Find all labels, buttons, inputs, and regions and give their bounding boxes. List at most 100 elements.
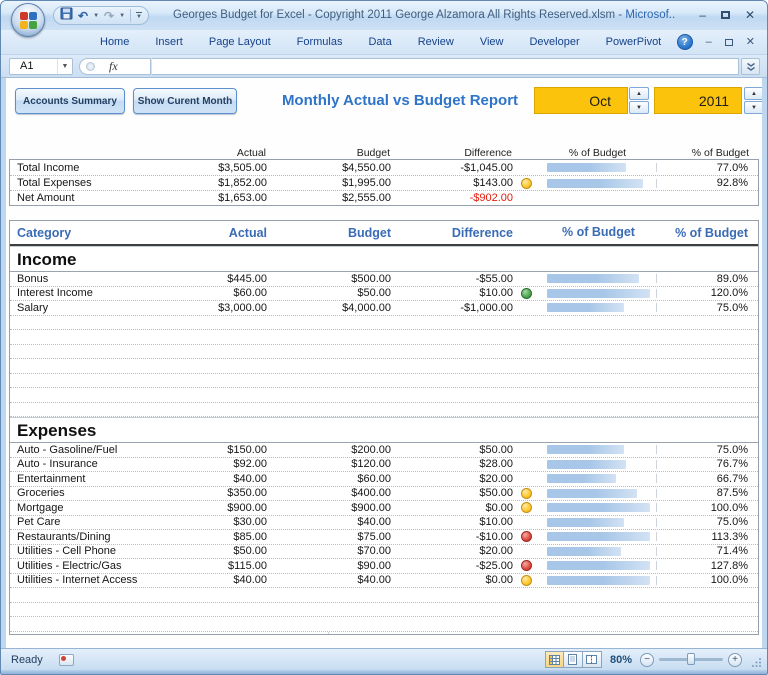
row-indicator <box>513 560 540 571</box>
yellow-circle-icon <box>521 488 532 499</box>
minimize-button[interactable]: – <box>699 9 706 21</box>
yellow-circle-icon <box>521 178 532 189</box>
name-box-dropdown-icon[interactable]: ▼ <box>57 59 72 74</box>
row-pct-bar <box>540 576 657 585</box>
accounts-summary-button[interactable]: Accounts Summary <box>15 88 125 114</box>
row-difference: $0.00 <box>391 502 513 514</box>
row-indicator <box>513 531 540 542</box>
workbook-close-button[interactable]: ✕ <box>746 37 755 48</box>
row-indicator <box>513 575 540 586</box>
macro-record-icon[interactable] <box>59 654 74 666</box>
category-table-headers: Category Actual Budget Difference % of B… <box>10 221 758 246</box>
undo-icon[interactable]: ↶ <box>78 10 88 22</box>
row-actual: $85.00 <box>212 531 267 543</box>
insert-function-icon[interactable]: fx <box>109 59 118 74</box>
red-circle-icon <box>521 560 532 571</box>
row-label: Total Expenses <box>10 177 212 189</box>
row-label: Entertainment <box>10 473 212 485</box>
year-down-icon[interactable]: ▼ <box>744 101 762 114</box>
row-difference: -$902.00 <box>391 192 513 204</box>
tab-formulas[interactable]: Formulas <box>284 30 356 55</box>
tab-powerpivot[interactable]: PowerPivot <box>593 30 675 55</box>
workbook-restore-button[interactable] <box>725 39 733 46</box>
tab-page-layout[interactable]: Page Layout <box>196 30 284 55</box>
table-row: Bonus$445.00$500.00-$55.0089.0% <box>10 272 758 287</box>
row-difference: -$1,000.00 <box>391 302 513 314</box>
year-up-icon[interactable]: ▲ <box>744 87 762 100</box>
row-label: Bonus <box>10 273 212 285</box>
row-pct-bar <box>540 274 657 283</box>
category-header-budget: Budget <box>267 226 391 240</box>
tab-view[interactable]: View <box>467 30 517 55</box>
row-label: Net Amount <box>10 192 212 204</box>
tab-insert[interactable]: Insert <box>142 30 196 55</box>
name-box-splitter-icon[interactable] <box>86 62 95 71</box>
row-actual: $150.00 <box>212 444 267 456</box>
row-budget: $75.00 <box>267 531 391 543</box>
month-up-icon[interactable]: ▲ <box>629 87 649 100</box>
row-actual: $350.00 <box>212 487 267 499</box>
maximize-button[interactable] <box>721 11 730 19</box>
page-layout-view-button[interactable] <box>564 651 583 668</box>
row-budget: $900.00 <box>267 502 391 514</box>
help-icon[interactable]: ? <box>677 34 693 50</box>
row-difference: -$55.00 <box>391 273 513 285</box>
zoom-slider[interactable] <box>659 658 723 661</box>
row-label: Pet Care <box>10 516 212 528</box>
zoom-out-button[interactable]: − <box>640 653 654 667</box>
expand-formula-bar-button[interactable] <box>741 58 760 75</box>
normal-view-button[interactable] <box>545 651 564 668</box>
redo-dropdown-icon[interactable]: ▼ <box>119 13 125 19</box>
formula-input[interactable] <box>152 58 739 75</box>
undo-dropdown-icon[interactable]: ▼ <box>93 13 99 19</box>
resize-grip[interactable] <box>752 657 762 670</box>
tab-developer[interactable]: Developer <box>516 30 592 55</box>
zoom-level-label[interactable]: 80% <box>610 654 632 666</box>
status-ready-label: Ready <box>11 654 43 666</box>
data-bar <box>547 163 626 172</box>
tab-data[interactable]: Data <box>355 30 404 55</box>
category-header-pct: % of Budget <box>657 226 758 240</box>
data-bar <box>547 303 624 312</box>
row-actual: $445.00 <box>212 273 267 285</box>
data-bar <box>547 503 650 512</box>
table-row-empty <box>10 617 758 632</box>
tab-review[interactable]: Review <box>405 30 467 55</box>
data-bar <box>547 460 626 469</box>
row-actual: $40.00 <box>212 473 267 485</box>
row-pct-bar <box>540 289 657 298</box>
data-bar <box>547 576 650 585</box>
tab-home[interactable]: Home <box>87 30 142 55</box>
save-icon[interactable] <box>60 7 73 25</box>
workbook-minimize-button[interactable]: – <box>706 37 712 48</box>
row-pct-bar <box>540 532 657 541</box>
row-actual: $40.00 <box>212 574 267 586</box>
row-label: Total Income <box>10 162 212 174</box>
qat-customize-icon[interactable]: ▼ <box>136 12 142 20</box>
redo-icon[interactable]: ↷ <box>104 10 114 22</box>
zoom-in-button[interactable]: + <box>728 653 742 667</box>
month-down-icon[interactable]: ▼ <box>629 101 649 114</box>
row-label: Mortgage <box>10 502 212 514</box>
window-title: Georges Budget for Excel - Copyright 201… <box>173 9 675 21</box>
close-button[interactable]: ✕ <box>745 9 755 21</box>
row-pct: 76.7% <box>657 458 758 470</box>
row-actual: $115.00 <box>212 560 267 572</box>
quick-access-toolbar: ↶ ▼ ↷ ▼ ▼ <box>53 6 149 25</box>
row-pct: 75.0% <box>657 516 758 528</box>
office-button[interactable] <box>11 3 45 37</box>
page-break-view-button[interactable] <box>583 651 602 668</box>
zoom-slider-thumb[interactable] <box>687 653 695 665</box>
row-pct-bar <box>540 303 657 312</box>
section-header-income: Income <box>10 246 758 272</box>
data-bar <box>547 489 637 498</box>
yellow-circle-icon <box>521 575 532 586</box>
name-box[interactable]: A1 ▼ <box>9 58 73 75</box>
table-row-empty <box>10 316 758 331</box>
window-bottom-edge <box>1 670 767 674</box>
data-bar <box>547 289 650 298</box>
table-row: Utilities - Internet Access$40.00$40.00$… <box>10 574 758 589</box>
row-budget: $200.00 <box>267 444 391 456</box>
show-current-month-button[interactable]: Show Curent Month <box>133 88 237 114</box>
grid-view-icon <box>549 655 560 665</box>
